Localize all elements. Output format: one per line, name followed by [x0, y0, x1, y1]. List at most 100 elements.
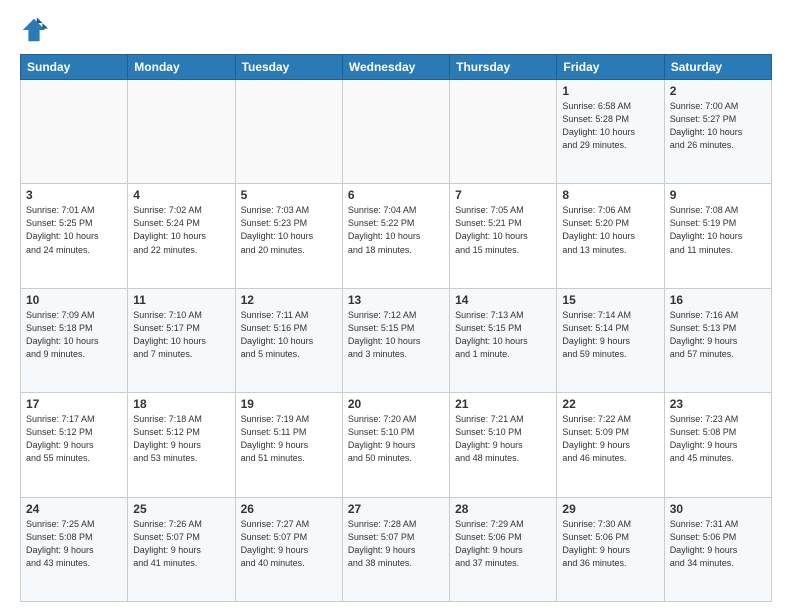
day-info: Sunrise: 7:10 AM Sunset: 5:17 PM Dayligh… [133, 309, 229, 361]
calendar-cell: 27 Sunrise: 7:28 AM Sunset: 5:07 PM Dayli… [342, 497, 449, 601]
calendar-week-2: 3 Sunrise: 7:01 AM Sunset: 5:25 PM Daylig… [21, 184, 772, 288]
weekday-header-wednesday: Wednesday [342, 55, 449, 80]
day-info: Sunrise: 7:20 AM Sunset: 5:10 PM Dayligh… [348, 413, 444, 465]
weekday-header-saturday: Saturday [664, 55, 771, 80]
day-number: 14 [455, 293, 551, 307]
weekday-header-sunday: Sunday [21, 55, 128, 80]
calendar-cell: 29 Sunrise: 7:30 AM Sunset: 5:06 PM Dayli… [557, 497, 664, 601]
day-info: Sunrise: 7:09 AM Sunset: 5:18 PM Dayligh… [26, 309, 122, 361]
calendar-cell: 1 Sunrise: 6:58 AM Sunset: 5:28 PM Daylig… [557, 80, 664, 184]
calendar-cell: 8Sunrise: 7:06 AM Sunset: 5:20 PM Daylig… [557, 184, 664, 288]
weekday-header-monday: Monday [128, 55, 235, 80]
calendar-cell: 15 Sunrise: 7:14 AM Sunset: 5:14 PM Dayli… [557, 288, 664, 392]
day-number: 3 [26, 188, 122, 202]
day-info: Sunrise: 7:00 AM Sunset: 5:27 PM Dayligh… [670, 100, 766, 152]
calendar-week-4: 17Sunrise: 7:17 AM Sunset: 5:12 PM Dayli… [21, 393, 772, 497]
day-number: 18 [133, 397, 229, 411]
day-info: Sunrise: 7:16 AM Sunset: 5:13 PM Dayligh… [670, 309, 766, 361]
day-info: Sunrise: 7:08 AM Sunset: 5:19 PM Dayligh… [670, 204, 766, 256]
day-number: 20 [348, 397, 444, 411]
day-number: 5 [241, 188, 337, 202]
logo [20, 16, 52, 44]
day-number: 9 [670, 188, 766, 202]
day-info: Sunrise: 7:12 AM Sunset: 5:15 PM Dayligh… [348, 309, 444, 361]
day-info: Sunrise: 7:23 AM Sunset: 5:08 PM Dayligh… [670, 413, 766, 465]
logo-icon [20, 16, 48, 44]
header [20, 16, 772, 44]
calendar-cell [21, 80, 128, 184]
weekday-header-friday: Friday [557, 55, 664, 80]
calendar-cell: 26 Sunrise: 7:27 AM Sunset: 5:07 PM Dayli… [235, 497, 342, 601]
calendar-cell: 16 Sunrise: 7:16 AM Sunset: 5:13 PM Dayli… [664, 288, 771, 392]
weekday-header-thursday: Thursday [450, 55, 557, 80]
day-number: 16 [670, 293, 766, 307]
day-info: Sunrise: 7:30 AM Sunset: 5:06 PM Dayligh… [562, 518, 658, 570]
calendar-cell: 24 Sunrise: 7:25 AM Sunset: 5:08 PM Dayli… [21, 497, 128, 601]
calendar-cell: 23Sunrise: 7:23 AM Sunset: 5:08 PM Dayli… [664, 393, 771, 497]
weekday-header-row: SundayMondayTuesdayWednesdayThursdayFrid… [21, 55, 772, 80]
calendar-cell: 19Sunrise: 7:19 AM Sunset: 5:11 PM Dayli… [235, 393, 342, 497]
day-number: 24 [26, 502, 122, 516]
calendar-cell: 18 Sunrise: 7:18 AM Sunset: 5:12 PM Dayli… [128, 393, 235, 497]
day-info: Sunrise: 7:22 AM Sunset: 5:09 PM Dayligh… [562, 413, 658, 465]
day-number: 19 [241, 397, 337, 411]
day-number: 1 [562, 84, 658, 98]
day-number: 13 [348, 293, 444, 307]
day-number: 30 [670, 502, 766, 516]
day-number: 10 [26, 293, 122, 307]
day-number: 17 [26, 397, 122, 411]
calendar-cell: 6 Sunrise: 7:04 AM Sunset: 5:22 PM Daylig… [342, 184, 449, 288]
day-number: 15 [562, 293, 658, 307]
day-info: Sunrise: 7:01 AM Sunset: 5:25 PM Dayligh… [26, 204, 122, 256]
day-number: 11 [133, 293, 229, 307]
day-info: Sunrise: 7:04 AM Sunset: 5:22 PM Dayligh… [348, 204, 444, 256]
day-number: 25 [133, 502, 229, 516]
calendar-cell: 13 Sunrise: 7:12 AM Sunset: 5:15 PM Dayli… [342, 288, 449, 392]
day-info: Sunrise: 7:02 AM Sunset: 5:24 PM Dayligh… [133, 204, 229, 256]
calendar-cell: 11 Sunrise: 7:10 AM Sunset: 5:17 PM Dayli… [128, 288, 235, 392]
day-info: Sunrise: 7:27 AM Sunset: 5:07 PM Dayligh… [241, 518, 337, 570]
calendar-cell [450, 80, 557, 184]
day-number: 7 [455, 188, 551, 202]
calendar-cell: 17Sunrise: 7:17 AM Sunset: 5:12 PM Dayli… [21, 393, 128, 497]
calendar-cell: 12 Sunrise: 7:11 AM Sunset: 5:16 PM Dayli… [235, 288, 342, 392]
day-number: 28 [455, 502, 551, 516]
day-info: Sunrise: 7:13 AM Sunset: 5:15 PM Dayligh… [455, 309, 551, 361]
calendar-cell [342, 80, 449, 184]
day-number: 6 [348, 188, 444, 202]
calendar-cell: 21 Sunrise: 7:21 AM Sunset: 5:10 PM Dayli… [450, 393, 557, 497]
calendar-week-5: 24 Sunrise: 7:25 AM Sunset: 5:08 PM Dayli… [21, 497, 772, 601]
calendar-cell: 28 Sunrise: 7:29 AM Sunset: 5:06 PM Dayli… [450, 497, 557, 601]
calendar-week-3: 10 Sunrise: 7:09 AM Sunset: 5:18 PM Dayli… [21, 288, 772, 392]
day-number: 26 [241, 502, 337, 516]
day-info: Sunrise: 7:29 AM Sunset: 5:06 PM Dayligh… [455, 518, 551, 570]
day-number: 27 [348, 502, 444, 516]
day-info: Sunrise: 7:18 AM Sunset: 5:12 PM Dayligh… [133, 413, 229, 465]
calendar-table: SundayMondayTuesdayWednesdayThursdayFrid… [20, 54, 772, 602]
calendar-cell: 2 Sunrise: 7:00 AM Sunset: 5:27 PM Daylig… [664, 80, 771, 184]
calendar-cell: 9 Sunrise: 7:08 AM Sunset: 5:19 PM Daylig… [664, 184, 771, 288]
day-info: Sunrise: 7:28 AM Sunset: 5:07 PM Dayligh… [348, 518, 444, 570]
calendar-cell: 3 Sunrise: 7:01 AM Sunset: 5:25 PM Daylig… [21, 184, 128, 288]
day-number: 22 [562, 397, 658, 411]
day-info: Sunrise: 7:06 AM Sunset: 5:20 PM Dayligh… [562, 204, 658, 256]
calendar-cell: 10 Sunrise: 7:09 AM Sunset: 5:18 PM Dayli… [21, 288, 128, 392]
calendar-cell: 14 Sunrise: 7:13 AM Sunset: 5:15 PM Dayli… [450, 288, 557, 392]
day-number: 12 [241, 293, 337, 307]
day-info: Sunrise: 7:26 AM Sunset: 5:07 PM Dayligh… [133, 518, 229, 570]
day-number: 2 [670, 84, 766, 98]
day-number: 29 [562, 502, 658, 516]
page: SundayMondayTuesdayWednesdayThursdayFrid… [0, 0, 792, 612]
calendar-cell: 22 Sunrise: 7:22 AM Sunset: 5:09 PM Dayli… [557, 393, 664, 497]
calendar-cell: 30Sunrise: 7:31 AM Sunset: 5:06 PM Dayli… [664, 497, 771, 601]
day-info: Sunrise: 7:14 AM Sunset: 5:14 PM Dayligh… [562, 309, 658, 361]
calendar-cell: 7 Sunrise: 7:05 AM Sunset: 5:21 PM Daylig… [450, 184, 557, 288]
day-number: 21 [455, 397, 551, 411]
calendar-cell [235, 80, 342, 184]
day-info: Sunrise: 7:03 AM Sunset: 5:23 PM Dayligh… [241, 204, 337, 256]
day-info: Sunrise: 6:58 AM Sunset: 5:28 PM Dayligh… [562, 100, 658, 152]
day-info: Sunrise: 7:25 AM Sunset: 5:08 PM Dayligh… [26, 518, 122, 570]
day-info: Sunrise: 7:21 AM Sunset: 5:10 PM Dayligh… [455, 413, 551, 465]
day-info: Sunrise: 7:05 AM Sunset: 5:21 PM Dayligh… [455, 204, 551, 256]
day-info: Sunrise: 7:11 AM Sunset: 5:16 PM Dayligh… [241, 309, 337, 361]
